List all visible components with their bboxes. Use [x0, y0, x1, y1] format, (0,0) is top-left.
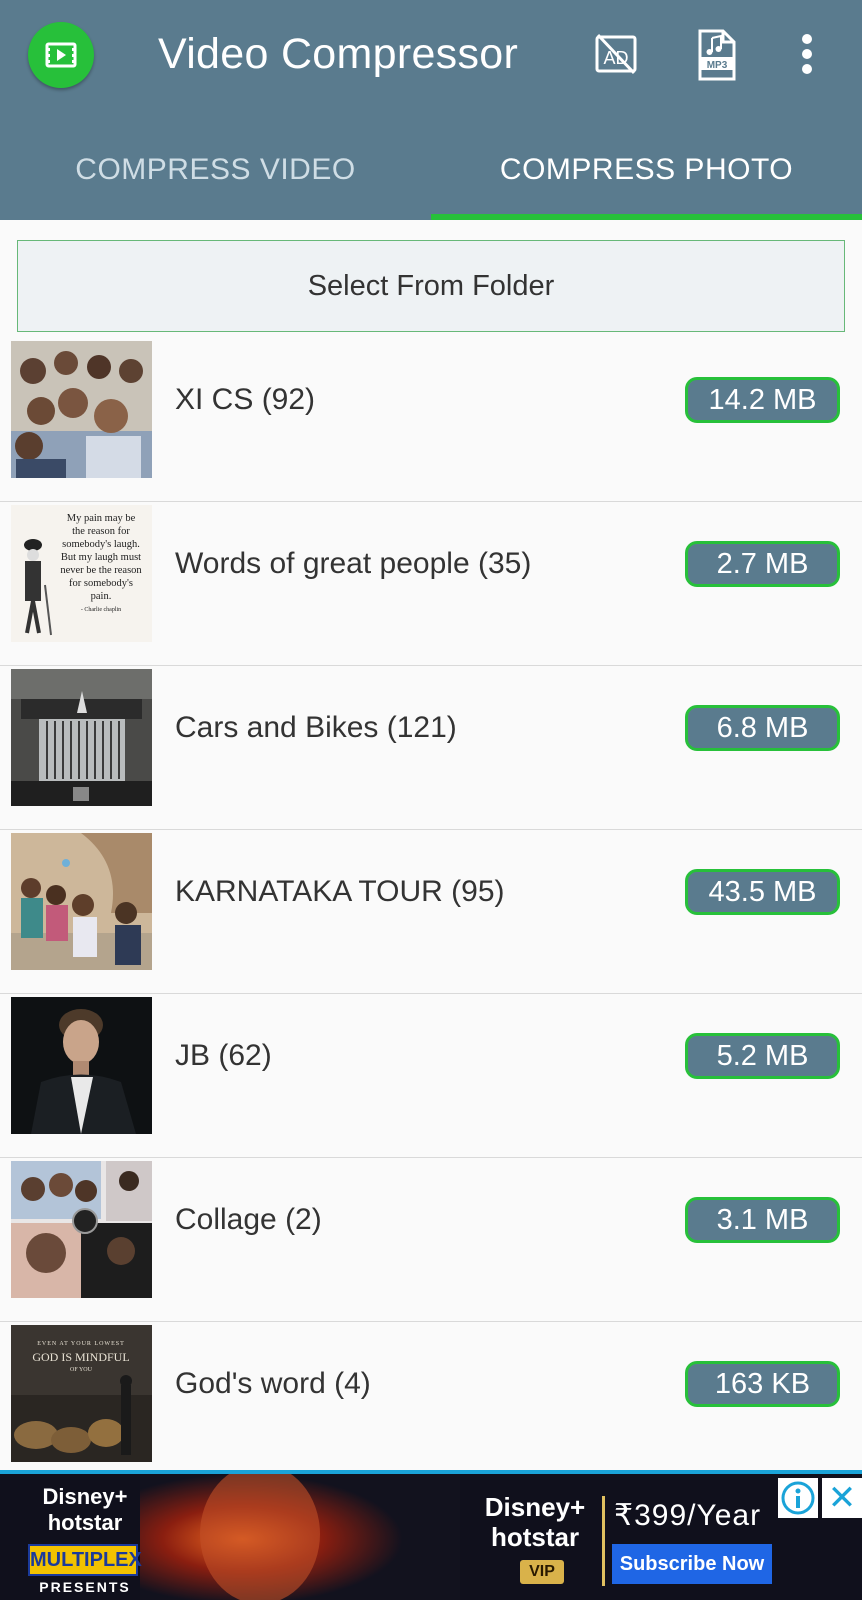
selected-tab-indicator — [431, 214, 862, 220]
folder-name: KARNATAKA TOUR (95) — [175, 875, 505, 908]
tab-bar: COMPRESS VIDEO COMPRESS PHOTO — [0, 130, 862, 220]
folder-name: Cars and Bikes (121) — [175, 711, 457, 744]
folder-size-badge: 163 KB — [685, 1361, 840, 1407]
ad-left-brand-line: Disney+ — [42, 1484, 128, 1509]
folder-row[interactable]: My pain may be the reason for somebody's… — [0, 502, 862, 666]
folder-list: XI CS (92) 14.2 MB My pain may be the re… — [0, 338, 862, 1486]
ad-left-brand: Disney+ hotstar — [30, 1484, 140, 1536]
ad-right-brand-line: Disney+ — [484, 1492, 586, 1522]
folder-name: JB (62) — [175, 1039, 272, 1072]
quote-attribution: - Charlie chaplin — [81, 607, 121, 613]
poster-line: GOD IS MINDFUL — [32, 1350, 129, 1364]
quote-line: somebody's laugh. — [62, 539, 140, 550]
folder-thumbnail: My pain may be the reason for somebody's… — [11, 505, 152, 642]
quote-line: My pain may be — [67, 513, 136, 524]
folder-thumbnail — [11, 669, 152, 806]
folder-thumbnail: EVEN AT YOUR LOWEST GOD IS MINDFUL OF YO… — [11, 1325, 152, 1462]
folder-size-badge: 5.2 MB — [685, 1033, 840, 1079]
folder-thumbnail — [11, 997, 152, 1134]
app-bar: Video Compressor AD MP3 COMPRESS VIDEO C… — [0, 0, 862, 220]
ad-divider — [602, 1496, 605, 1586]
folder-row[interactable]: EVEN AT YOUR LOWEST GOD IS MINDFUL OF YO… — [0, 1322, 862, 1486]
folder-row[interactable]: XI CS (92) 14.2 MB — [0, 338, 862, 502]
folder-thumbnail — [11, 833, 152, 970]
folder-size-badge: 3.1 MB — [685, 1197, 840, 1243]
ad-close-icon[interactable]: ✕ — [822, 1478, 862, 1518]
ad-presents-text: PRESENTS — [39, 1579, 131, 1595]
quote-line: the reason for — [72, 526, 130, 537]
ad-multiplex-badge: MULTIPLEX — [28, 1544, 142, 1576]
folder-name: Collage (2) — [175, 1203, 322, 1236]
more-options-dot — [802, 34, 812, 44]
ad-right-brand-line: hotstar — [490, 1522, 580, 1552]
folder-name: Words of great people (35) — [175, 547, 532, 580]
quote-line: pain. — [91, 591, 112, 602]
ad-banner[interactable]: Disney+ hotstar MULTIPLEX PRESENTS Disne… — [0, 1470, 862, 1600]
mp3-file-icon[interactable]: MP3 — [697, 28, 737, 87]
ad-price: ₹399/Year — [614, 1499, 762, 1532]
ad-vip-badge: VIP — [520, 1560, 564, 1584]
folder-size-badge: 14.2 MB — [685, 377, 840, 423]
quote-line: But my laugh must — [61, 552, 141, 563]
folder-row[interactable]: Cars and Bikes (121) 6.8 MB — [0, 666, 862, 830]
ad-left-brand-line: hotstar — [47, 1510, 123, 1535]
quote-line: never be the reason — [60, 565, 142, 576]
ad-subscribe-button[interactable]: Subscribe Now — [612, 1544, 772, 1584]
folder-name: God's word (4) — [175, 1367, 371, 1400]
tab-compress-video[interactable]: COMPRESS VIDEO — [0, 130, 431, 220]
folder-size-badge: 6.8 MB — [685, 705, 840, 751]
more-options-dot — [802, 64, 812, 74]
more-options-dot — [802, 49, 812, 59]
folder-row[interactable]: Collage (2) 3.1 MB — [0, 1158, 862, 1322]
tab-compress-photo[interactable]: COMPRESS PHOTO — [431, 130, 862, 220]
mp3-icon-label: MP3 — [707, 60, 728, 71]
poster-line: OF YOU — [70, 1367, 93, 1373]
select-from-folder-button[interactable]: Select From Folder — [17, 240, 845, 332]
quote-line: for somebody's — [69, 578, 133, 589]
ad-right-brand: Disney+ hotstar — [470, 1492, 600, 1552]
folder-row[interactable]: KARNATAKA TOUR (95) 43.5 MB — [0, 830, 862, 994]
more-options-icon[interactable] — [800, 34, 814, 74]
folder-thumbnail — [11, 341, 152, 478]
folder-size-badge: 43.5 MB — [685, 869, 840, 915]
ad-info-icon[interactable] — [778, 1478, 818, 1518]
folder-row[interactable]: JB (62) 5.2 MB — [0, 994, 862, 1158]
folder-name: XI CS (92) — [175, 383, 316, 416]
app-logo-icon — [28, 22, 94, 88]
folder-size-badge: 2.7 MB — [685, 541, 840, 587]
poster-line: EVEN AT YOUR LOWEST — [37, 1341, 125, 1347]
folder-thumbnail — [11, 1161, 152, 1298]
app-title: Video Compressor — [158, 30, 519, 78]
remove-ads-icon[interactable]: AD — [594, 32, 638, 81]
